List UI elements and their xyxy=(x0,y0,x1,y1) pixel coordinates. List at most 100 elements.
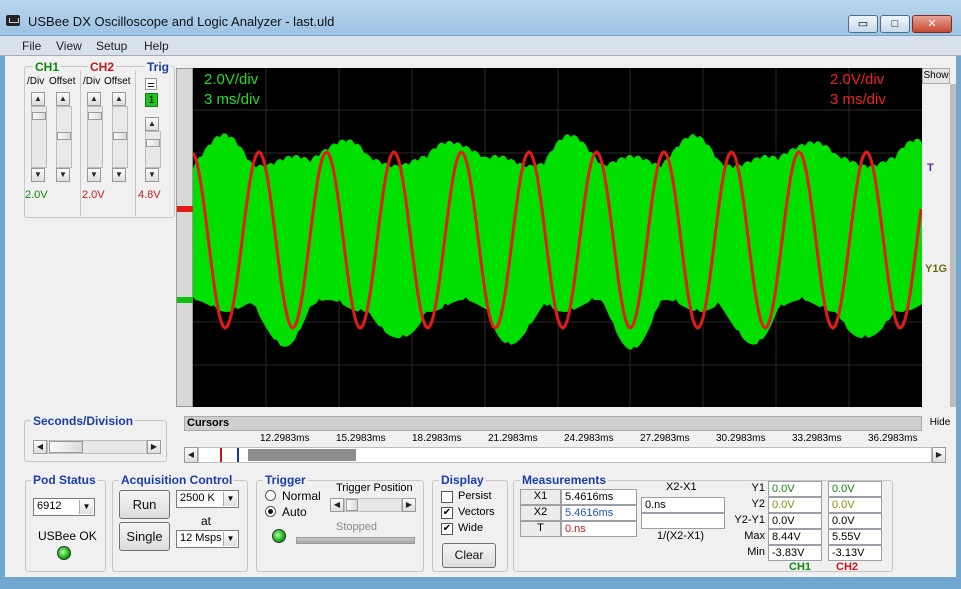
wide-label: Wide xyxy=(458,522,484,534)
trigger-marker[interactable]: T xyxy=(927,162,934,174)
vectors-label: Vectors xyxy=(458,506,495,518)
cursor-timestamp: 33.2983ms xyxy=(792,433,842,444)
trig-channel-indicator[interactable]: 1 xyxy=(145,93,158,107)
scope-display[interactable]: 2.0V/div 3 ms/div 2.0V/div 3 ms/div xyxy=(193,68,922,407)
ch1-offset-marker[interactable] xyxy=(177,297,193,303)
trig-edge-icon[interactable]: ⚌ xyxy=(145,78,157,90)
trigger-status: Stopped xyxy=(336,521,377,533)
ch2-offset-marker[interactable] xyxy=(177,206,193,212)
ch2-volts-slider[interactable]: ▲ ▼ xyxy=(87,92,103,182)
pod-id-value: 6912 xyxy=(37,500,62,512)
meas-row-label: Max xyxy=(744,530,765,542)
run-button[interactable]: Run xyxy=(119,490,170,519)
pod-status-text: USBee OK xyxy=(38,529,97,543)
window-bottom-border xyxy=(0,577,961,589)
minimize-button[interactable]: ▭ xyxy=(848,15,878,33)
meas-ch2-value: 5.55V xyxy=(828,529,882,545)
cursor-timestamp: 18.2983ms xyxy=(412,433,462,444)
menu-bar: File View Setup Help xyxy=(0,36,961,56)
trigger-auto-label: Auto xyxy=(282,505,307,519)
ch2-scale-label: 2.0V/div xyxy=(830,71,885,88)
single-button[interactable]: Single xyxy=(119,522,170,551)
meas-ch2-value: 0.0V xyxy=(828,481,882,497)
meas-ch2-value: -3.13V xyxy=(828,545,882,561)
meas-ch1-value: 0.0V xyxy=(768,481,822,497)
menu-file[interactable]: File xyxy=(22,39,41,53)
cursor-timestamp: 24.2983ms xyxy=(564,433,614,444)
meas-ch1-value: 8.44V xyxy=(768,529,822,545)
ch1-footer: CH1 xyxy=(789,561,812,573)
seconds-division-label: Seconds/Division xyxy=(31,414,136,428)
cursor-timestamp: 27.2983ms xyxy=(640,433,690,444)
hide-button[interactable]: Hide xyxy=(926,416,954,431)
trigger-led-icon xyxy=(272,529,286,543)
cursor-timestamp: 21.2983ms xyxy=(488,433,538,444)
wide-checkbox[interactable]: ✔ xyxy=(441,523,453,535)
ch2-offset-label: Offset xyxy=(104,76,131,87)
trigger-normal-radio[interactable] xyxy=(265,490,276,501)
sample-count-value: 2500 K xyxy=(180,492,215,504)
trigger-label: Trigger xyxy=(263,473,308,487)
x2x1-value: 0.ns xyxy=(641,497,725,513)
cursor-x1-marker[interactable] xyxy=(220,448,222,462)
menu-help[interactable]: Help xyxy=(144,39,169,53)
display-label: Display xyxy=(439,473,486,487)
offset-marker-strip xyxy=(176,68,193,407)
cursor-timestamp: 15.2983ms xyxy=(336,433,386,444)
cursor-timestamp: 30.2983ms xyxy=(716,433,766,444)
ch1-volts-value: 2.0V xyxy=(25,189,48,201)
meas-row-label: Y2 xyxy=(751,498,765,510)
close-button[interactable]: ✕ xyxy=(912,15,952,33)
trigger-auto-radio[interactable] xyxy=(265,506,276,517)
y1g-marker[interactable]: Y1G xyxy=(925,263,947,275)
cursors-header: Cursors xyxy=(184,416,922,431)
pod-select[interactable]: 6912 ▼ xyxy=(33,498,95,516)
acquisition-label: Acquisition Control xyxy=(119,473,235,487)
sample-rate-select[interactable]: 12 Msps ▼ xyxy=(176,530,239,548)
ch2-offset-slider[interactable]: ▲ ▼ xyxy=(112,92,128,182)
show-button[interactable]: Show xyxy=(922,68,950,84)
menu-setup[interactable]: Setup xyxy=(96,39,127,53)
pod-ok-led-icon xyxy=(57,546,71,560)
vectors-checkbox[interactable]: ✔ xyxy=(441,507,453,519)
ch2-time-label: 3 ms/div xyxy=(830,91,886,108)
ch1-scale-label: 2.0V/div xyxy=(204,71,259,88)
ch1-div-label: /Div xyxy=(27,76,45,87)
meas-ch1-value: 0.0V xyxy=(768,513,822,529)
ch1-time-label: 3 ms/div xyxy=(204,91,260,108)
clear-button[interactable]: Clear xyxy=(442,543,496,568)
chevron-down-icon: ▼ xyxy=(79,500,93,514)
scope-right-scroll[interactable] xyxy=(950,84,956,407)
inverse-x2x1-value xyxy=(641,513,725,529)
meas-ch1-value: 0.0V xyxy=(768,497,822,513)
waveform-canvas xyxy=(193,68,922,407)
meas-row-label: Min xyxy=(747,546,765,558)
inverse-x2x1-label: 1/(X2-X1) xyxy=(657,530,705,542)
seconds-division-slider[interactable]: ◀ ▶ xyxy=(33,439,161,455)
ch1-offset-slider[interactable]: ▲ ▼ xyxy=(56,92,72,182)
app-icon xyxy=(6,15,20,26)
menu-view[interactable]: View xyxy=(56,39,82,53)
x1-label: X1 xyxy=(520,489,561,505)
t-value: 0.ns xyxy=(561,521,637,537)
meas-row-label: Y1 xyxy=(751,482,765,494)
title-bar: USBee DX Oscilloscope and Logic Analyzer… xyxy=(0,0,961,36)
right-marker-strip: Show T Y1G xyxy=(922,68,950,407)
at-label: at xyxy=(201,514,212,528)
trigger-position-label: Trigger Position xyxy=(336,482,413,494)
measurements-label: Measurements xyxy=(520,473,609,487)
maximize-button[interactable]: □ xyxy=(880,15,910,33)
trigger-position-slider[interactable]: ◀ ▶ xyxy=(330,498,416,512)
timeline-scrollbar[interactable]: ◀ ▶ xyxy=(184,446,946,464)
cursor-timestamp: 36.2983ms xyxy=(868,433,918,444)
persist-checkbox[interactable] xyxy=(441,491,453,503)
t-label: T xyxy=(520,521,561,537)
sample-count-select[interactable]: 2500 K ▼ xyxy=(176,490,239,508)
chevron-down-icon: ▼ xyxy=(223,532,237,546)
ch2-footer: CH2 xyxy=(836,561,859,573)
ch1-volts-slider[interactable]: ▲ ▼ xyxy=(31,92,47,182)
trig-level-slider[interactable]: ▲ ▼ xyxy=(145,117,161,182)
measurement-table: Y1 0.0V 0.0V Y2 0.0V 0.0V Y2-Y1 0.0V 0.0V Max 8.44… xyxy=(733,481,883,561)
trig-volts-value: 4.8V xyxy=(138,189,161,201)
cursor-x2-marker[interactable] xyxy=(237,448,239,462)
